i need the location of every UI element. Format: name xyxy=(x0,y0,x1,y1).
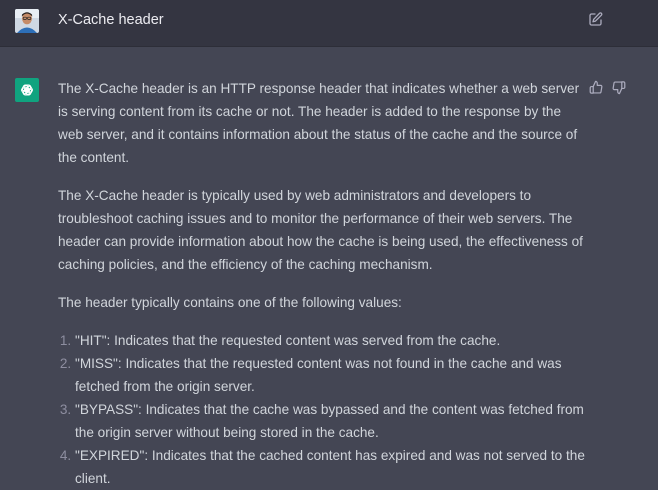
list-item: "MISS": Indicates that the requested con… xyxy=(75,352,588,398)
user-message-text: X-Cache header xyxy=(58,12,164,28)
answer-paragraph: The header typically contains one of the… xyxy=(58,295,402,310)
list-item: "BYPASS": Indicates that the cache was b… xyxy=(75,398,588,444)
user-message-row: X-Cache header xyxy=(0,0,658,47)
assistant-message: The X-Cache header is an HTTP response h… xyxy=(58,77,588,490)
answer-paragraph: The X-Cache header is typically used by … xyxy=(58,188,583,272)
cache-values-list: "HIT": Indicates that the requested cont… xyxy=(58,329,588,490)
answer-paragraph: The X-Cache header is an HTTP response h… xyxy=(58,81,580,165)
openai-logo-icon xyxy=(15,78,39,102)
user-avatar xyxy=(15,9,39,33)
thumbs-down-icon[interactable] xyxy=(611,80,626,95)
thumbs-up-icon[interactable] xyxy=(589,80,604,95)
list-item: "EXPIRED": Indicates that the cached con… xyxy=(75,444,588,490)
edit-icon[interactable] xyxy=(588,11,604,27)
list-item: "HIT": Indicates that the requested cont… xyxy=(75,329,588,352)
